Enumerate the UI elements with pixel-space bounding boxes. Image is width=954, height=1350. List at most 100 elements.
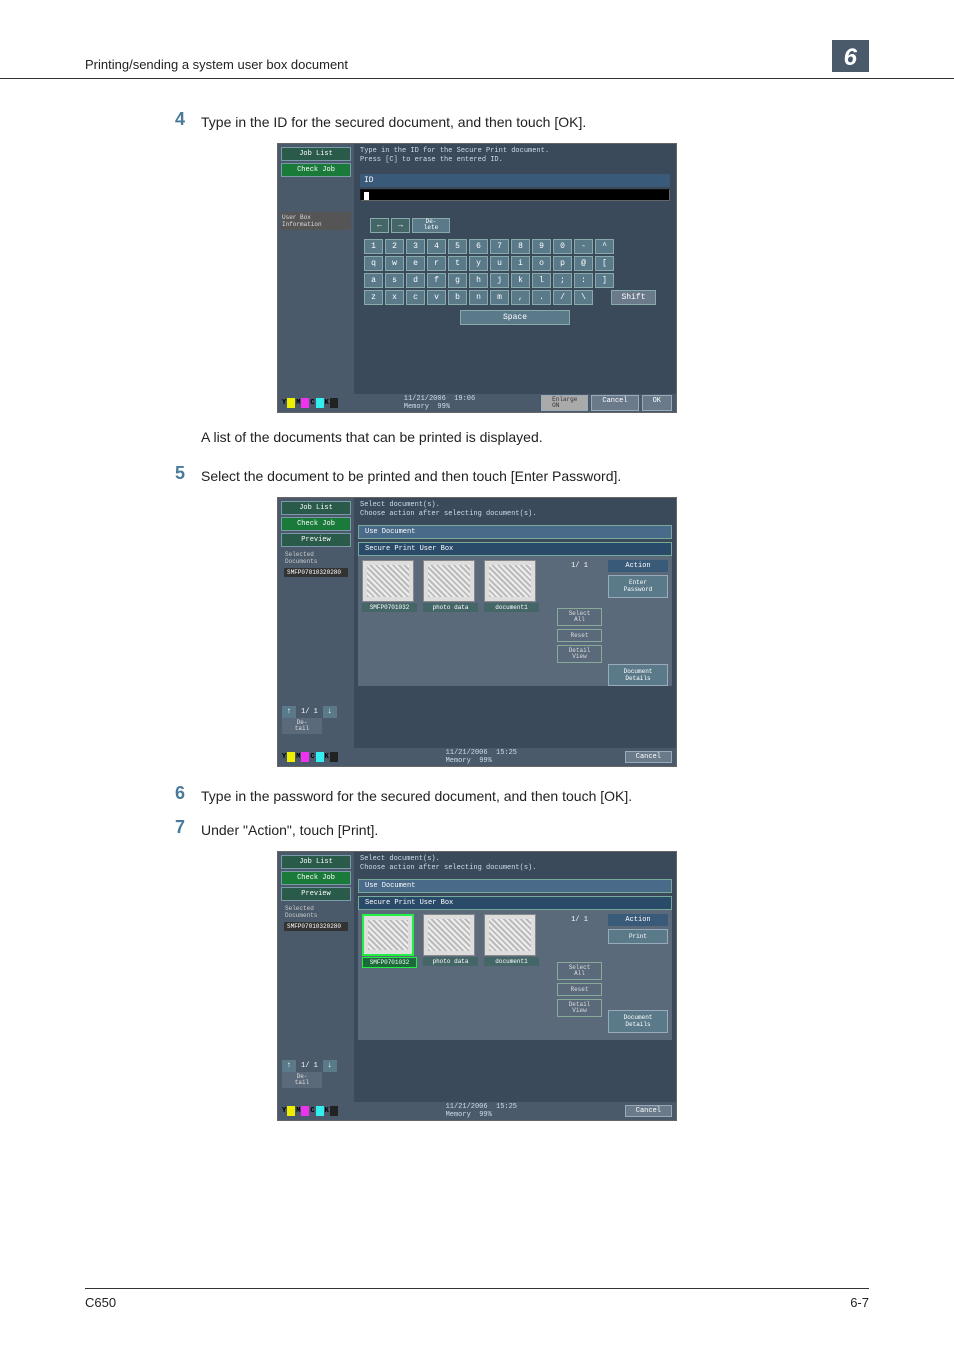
cancel-button[interactable]: Cancel (591, 395, 638, 411)
kb-key[interactable]: / (553, 290, 572, 305)
page-up-button[interactable]: ↑ (282, 1060, 296, 1072)
checkjob-button[interactable]: Check Job (281, 517, 351, 531)
kb-key[interactable]: c (406, 290, 425, 305)
kb-key[interactable]: 1 (364, 239, 383, 254)
kb-key[interactable]: m (490, 290, 509, 305)
reset-button[interactable]: Reset (557, 983, 602, 996)
kb-key[interactable]: 3 (406, 239, 425, 254)
page-down-button[interactable]: ↓ (323, 1060, 337, 1072)
kb-key[interactable]: , (511, 290, 530, 305)
kb-key[interactable]: r (427, 256, 446, 271)
id-label: ID (360, 174, 670, 187)
cancel-button[interactable]: Cancel (625, 1105, 672, 1117)
kb-key[interactable]: b (448, 290, 467, 305)
enter-password-button[interactable]: Enter Password (608, 575, 668, 597)
kb-key[interactable]: k (511, 273, 530, 288)
kb-key[interactable]: i (511, 256, 530, 271)
kb-key[interactable]: s (385, 273, 404, 288)
kb-delete-button[interactable]: De- lete (412, 218, 450, 233)
kb-key[interactable]: l (532, 273, 551, 288)
kb-key[interactable]: z (364, 290, 383, 305)
kb-key[interactable]: ; (553, 273, 572, 288)
kb-key[interactable]: f (427, 273, 446, 288)
kb-key[interactable]: 2 (385, 239, 404, 254)
kb-shift-button[interactable]: Shift (611, 290, 656, 305)
page-down-button[interactable]: ↓ (323, 706, 337, 718)
kb-left-arrow[interactable]: ← (370, 218, 389, 233)
id-input[interactable] (360, 189, 670, 201)
page-up-button[interactable]: ↑ (282, 706, 296, 718)
kb-key[interactable]: d (406, 273, 425, 288)
kb-key[interactable]: v (427, 290, 446, 305)
doc-thumb[interactable]: photo data (423, 560, 478, 612)
document-details-button[interactable]: Document Details (608, 664, 668, 686)
document-details-button[interactable]: Document Details (608, 1010, 668, 1032)
kb-key[interactable]: : (574, 273, 593, 288)
kb-key[interactable]: e (406, 256, 425, 271)
kb-key[interactable]: u (490, 256, 509, 271)
kb-key[interactable]: q (364, 256, 383, 271)
kb-key[interactable]: 8 (511, 239, 530, 254)
kb-key[interactable]: y (469, 256, 488, 271)
checkjob-button[interactable]: Check Job (281, 163, 351, 177)
kb-key[interactable]: ^ (595, 239, 614, 254)
kb-right-arrow[interactable]: → (391, 218, 410, 233)
doc-thumb[interactable]: SMFP0701032 (362, 560, 417, 612)
detail-button[interactable]: De- tail (282, 1072, 322, 1088)
kb-key[interactable]: ] (595, 273, 614, 288)
tab-use-document[interactable]: Use Document (358, 879, 672, 893)
step4-followup: A list of the documents that can be prin… (201, 429, 869, 445)
kb-key[interactable]: 0 (553, 239, 572, 254)
print-button[interactable]: Print (608, 929, 668, 944)
kb-key[interactable]: j (490, 273, 509, 288)
select-all-button[interactable]: Select All (557, 608, 602, 626)
kb-key[interactable]: t (448, 256, 467, 271)
panel-message: Select document(s). Choose action after … (354, 498, 676, 522)
kb-key[interactable]: o (532, 256, 551, 271)
kb-key[interactable]: g (448, 273, 467, 288)
reset-button[interactable]: Reset (557, 629, 602, 642)
doc-thumb[interactable]: SMFP0701032 (362, 914, 417, 968)
kb-key[interactable]: 6 (469, 239, 488, 254)
action-header: Action (608, 560, 668, 572)
tab-secure-print[interactable]: Secure Print User Box (358, 896, 672, 910)
kb-key[interactable]: x (385, 290, 404, 305)
joblist-button[interactable]: Job List (281, 855, 351, 869)
kb-key[interactable]: n (469, 290, 488, 305)
kb-key[interactable]: . (532, 290, 551, 305)
kb-key[interactable]: w (385, 256, 404, 271)
ok-button[interactable]: OK (642, 395, 672, 411)
kb-key[interactable]: 4 (427, 239, 446, 254)
checkjob-button[interactable]: Check Job (281, 871, 351, 885)
kb-space-button[interactable]: Space (460, 310, 570, 325)
kb-key[interactable]: 5 (448, 239, 467, 254)
kb-key[interactable]: p (553, 256, 572, 271)
joblist-button[interactable]: Job List (281, 147, 351, 161)
enlarge-button[interactable]: Enlarge ON (541, 395, 588, 411)
preview-button[interactable]: Preview (281, 533, 351, 547)
doc-thumb[interactable]: photo data (423, 914, 478, 968)
kb-key[interactable]: \ (574, 290, 593, 305)
detail-button[interactable]: De- tail (282, 718, 322, 734)
step-text-5: Select the document to be printed and th… (201, 466, 621, 487)
doc-thumb[interactable]: document1 (484, 914, 539, 968)
doc-thumb[interactable]: document1 (484, 560, 539, 612)
preview-button[interactable]: Preview (281, 887, 351, 901)
kb-key[interactable]: h (469, 273, 488, 288)
toner-indicators: YMCK (282, 398, 338, 408)
step-number-4: 4 (85, 109, 185, 130)
kb-key[interactable]: - (574, 239, 593, 254)
kb-key[interactable]: 7 (490, 239, 509, 254)
joblist-button[interactable]: Job List (281, 501, 351, 515)
kb-key[interactable]: [ (595, 256, 614, 271)
detail-view-button[interactable]: Detail View (557, 999, 602, 1017)
tab-use-document[interactable]: Use Document (358, 525, 672, 539)
kb-key[interactable]: a (364, 273, 383, 288)
kb-key[interactable]: @ (574, 256, 593, 271)
select-all-button[interactable]: Select All (557, 962, 602, 980)
panel-message: Select document(s). Choose action after … (354, 852, 676, 876)
detail-view-button[interactable]: Detail View (557, 645, 602, 663)
cancel-button[interactable]: Cancel (625, 751, 672, 763)
kb-key[interactable]: 9 (532, 239, 551, 254)
tab-secure-print[interactable]: Secure Print User Box (358, 542, 672, 556)
